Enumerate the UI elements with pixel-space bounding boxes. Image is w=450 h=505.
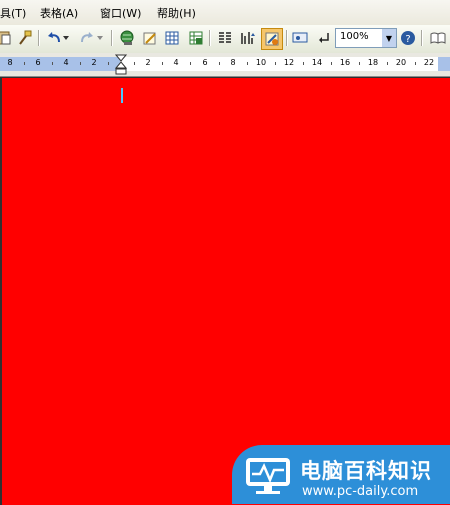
- menu-bar: 具(T) 表格(A) 窗口(W) 帮助(H): [0, 0, 450, 26]
- text-cursor: [121, 88, 123, 103]
- read-icon[interactable]: [290, 28, 310, 48]
- zoom-select[interactable]: 100% ▼: [335, 28, 397, 48]
- ruler-left-margin: [0, 57, 120, 71]
- toolbar-separator: [209, 30, 211, 46]
- ruler-label: 22: [423, 58, 435, 67]
- ruler-label: 8: [7, 58, 13, 67]
- menu-tools[interactable]: 具(T): [0, 5, 26, 21]
- ruler-tick: [303, 62, 304, 65]
- ruler-label: 8: [230, 58, 236, 67]
- toolbar-separator: [111, 30, 113, 46]
- ruler-right-margin: [438, 57, 450, 71]
- ruler-label: 12: [283, 58, 295, 67]
- ruler-label: 2: [145, 58, 151, 67]
- horizontal-ruler[interactable]: 8 6 4 2 2 4 6 8 10 12 14 16 18 20 22: [0, 53, 450, 77]
- paste-icon[interactable]: [0, 28, 14, 48]
- ruler-tick: [331, 62, 332, 65]
- ruler-tick: [190, 62, 191, 65]
- ruler-tick: [80, 62, 81, 65]
- menu-table[interactable]: 表格(A): [40, 5, 78, 21]
- document-page[interactable]: [0, 77, 450, 505]
- ruler-tick: [24, 62, 25, 65]
- ruler-text-area: [120, 57, 438, 71]
- reading-layout-icon[interactable]: [428, 28, 448, 48]
- ruler-tick: [275, 62, 276, 65]
- format-painter-icon[interactable]: [15, 28, 35, 48]
- ruler-tick: [387, 62, 388, 65]
- menu-help[interactable]: 帮助(H): [157, 5, 196, 21]
- ruler-label: 6: [35, 58, 41, 67]
- undo-dropdown-icon[interactable]: [60, 28, 72, 48]
- ruler-tick: [52, 62, 53, 65]
- menu-window[interactable]: 窗口(W): [100, 5, 141, 21]
- monitor-logo-icon: [246, 458, 290, 494]
- toolbar-separator: [38, 30, 40, 46]
- toolbar-separator: [286, 30, 288, 46]
- chevron-down-icon[interactable]: ▼: [382, 29, 396, 47]
- ruler-label: 10: [255, 58, 267, 67]
- ruler-label: 18: [367, 58, 379, 67]
- columns-icon[interactable]: [215, 28, 235, 48]
- document-map-icon[interactable]: [261, 28, 283, 50]
- svg-text:?: ?: [405, 34, 410, 45]
- ruler-tick: [359, 62, 360, 65]
- show-hide-formatting-icon[interactable]: [314, 28, 334, 48]
- zoom-value: 100%: [340, 31, 369, 42]
- ruler-tick: [415, 62, 416, 65]
- insert-excel-icon[interactable]: [186, 28, 206, 48]
- ruler-label: 6: [202, 58, 208, 67]
- ruler-tick: [134, 62, 135, 65]
- ruler-label: 14: [311, 58, 323, 67]
- ruler-label: 4: [63, 58, 69, 67]
- ruler-label: 2: [91, 58, 97, 67]
- hyperlink-globe-icon[interactable]: [117, 28, 137, 48]
- ruler-label: 20: [395, 58, 407, 67]
- drawing-icon[interactable]: [238, 28, 258, 48]
- ruler-tick: [247, 62, 248, 65]
- ruler-tick: [162, 62, 163, 65]
- tables-borders-icon[interactable]: [140, 28, 160, 48]
- toolbar-separator: [421, 30, 423, 46]
- ruler-tick: [108, 62, 109, 65]
- ruler-tick: [219, 62, 220, 65]
- ruler-label: 16: [339, 58, 351, 67]
- watermark-title: 电脑百科知识: [300, 459, 432, 483]
- insert-table-icon[interactable]: [162, 28, 182, 48]
- watermark-url: www.pc-daily.com: [302, 484, 419, 499]
- redo-dropdown-icon[interactable]: [94, 28, 106, 48]
- ruler-label: 4: [173, 58, 179, 67]
- standard-toolbar: 100% ▼ ?: [0, 25, 450, 54]
- indent-marker-icon[interactable]: [115, 54, 127, 76]
- help-icon[interactable]: ?: [398, 28, 418, 48]
